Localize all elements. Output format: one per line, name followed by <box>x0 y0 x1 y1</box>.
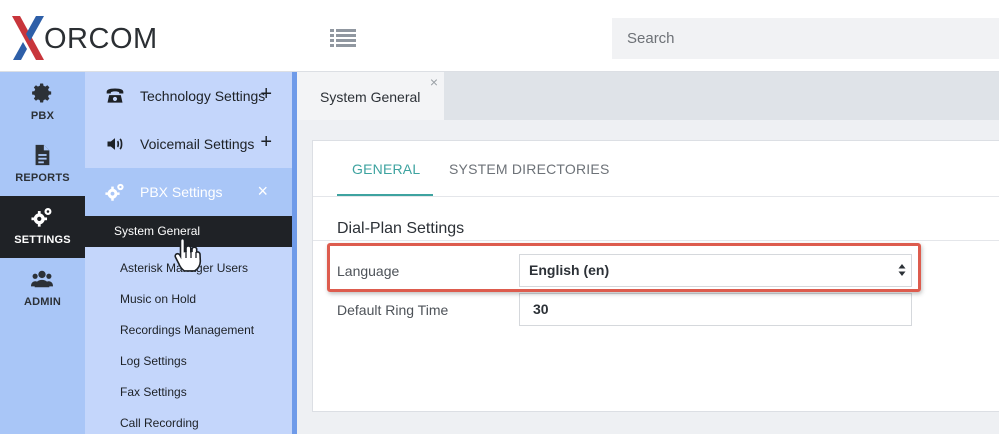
expand-toggle[interactable]: + <box>260 131 272 154</box>
page-tab-system-general[interactable]: System General × <box>297 72 444 120</box>
ring-time-input[interactable]: 30 <box>519 293 912 326</box>
phone-icon <box>106 88 124 103</box>
page-tab-label: System General <box>320 89 421 105</box>
language-label: Language <box>337 263 400 279</box>
sublink-music-on-hold[interactable]: Music on Hold <box>85 284 292 315</box>
rail-label-settings: SETTINGS <box>14 234 71 246</box>
language-select[interactable]: English (en) <box>519 254 912 287</box>
tab-general[interactable]: GENERAL <box>352 161 420 177</box>
rail-item-pbx[interactable]: PBX <box>0 72 85 134</box>
language-value: English (en) <box>529 262 610 278</box>
subnav-label: PBX Settings <box>140 184 223 200</box>
module-rail: PBX REPORTS SETTINGS ADMIN <box>0 72 85 434</box>
rail-label-reports: REPORTS <box>15 172 70 184</box>
list-icon[interactable] <box>330 28 356 48</box>
ring-time-label: Default Ring Time <box>337 302 449 318</box>
rail-label-pbx: PBX <box>30 110 55 122</box>
gears-icon <box>105 183 124 201</box>
subnav-label: Voicemail Settings <box>140 136 255 152</box>
page-tabbar: System General × <box>297 72 999 120</box>
tabs-divider <box>313 196 999 197</box>
gear-icon <box>32 83 52 103</box>
sublink-recordings-management[interactable]: Recordings Management <box>85 315 292 346</box>
rail-item-admin[interactable]: ADMIN <box>0 258 85 320</box>
sublink-call-recording[interactable]: Call Recording <box>85 408 292 434</box>
subnav-label: Technology Settings <box>140 88 266 104</box>
sublink-fax-settings[interactable]: Fax Settings <box>85 377 292 408</box>
main-content: System General × GENERAL SYSTEM DIRECTOR… <box>297 72 999 434</box>
xorcom-logo[interactable]: ORCOM <box>10 14 170 62</box>
close-icon[interactable]: × <box>430 74 438 90</box>
expand-toggle[interactable]: + <box>260 83 272 106</box>
search-input[interactable] <box>612 18 999 59</box>
section-title: Dial-Plan Settings <box>337 220 465 237</box>
users-icon <box>31 270 53 288</box>
subnav-technology-settings[interactable]: Technology Settings + <box>85 72 292 120</box>
subnav-voicemail-settings[interactable]: Voicemail Settings + <box>85 120 292 168</box>
logo-text: ORCOM <box>44 23 158 55</box>
gears-icon <box>31 208 52 227</box>
app-window: ORCOM PBX <box>0 0 999 434</box>
document-icon <box>35 144 50 166</box>
tab-system-directories[interactable]: SYSTEM DIRECTORIES <box>449 161 609 177</box>
rail-label-admin: ADMIN <box>23 296 62 308</box>
sublink-log-settings[interactable]: Log Settings <box>85 346 292 377</box>
select-arrows-icon <box>898 264 906 276</box>
subnav-pbx-settings[interactable]: PBX Settings × <box>85 168 292 216</box>
top-header: ORCOM <box>0 0 999 72</box>
rail-item-settings[interactable]: SETTINGS <box>0 196 85 258</box>
settings-panel: GENERAL SYSTEM DIRECTORIES Dial-Plan Set… <box>312 140 999 412</box>
speaker-icon <box>107 138 123 150</box>
collapse-toggle[interactable]: × <box>257 181 268 202</box>
section-divider <box>313 240 999 241</box>
rail-item-reports[interactable]: REPORTS <box>0 134 85 196</box>
hand-pointer-icon <box>174 237 202 272</box>
